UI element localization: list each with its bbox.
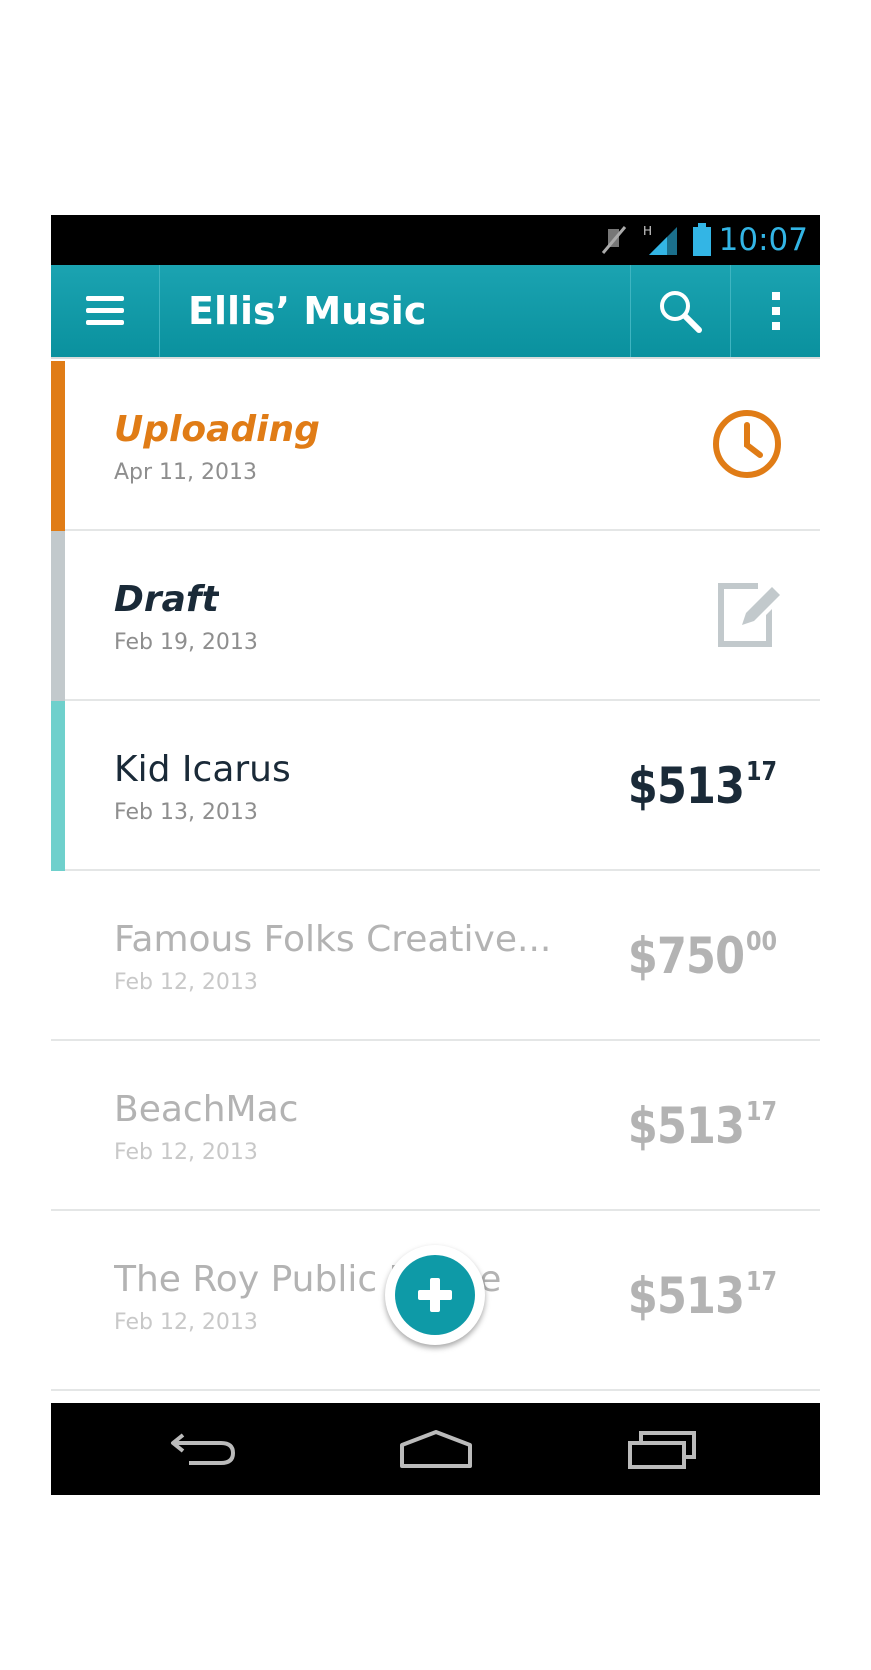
amount-dollars: $513: [627, 1097, 745, 1155]
overflow-menu-button[interactable]: [731, 265, 820, 357]
item-date: Feb 19, 2013: [114, 630, 258, 655]
list-item[interactable]: Kid Icarus Feb 13, 2013 $513 17: [51, 701, 820, 871]
page-title: Ellis’ Music: [188, 289, 427, 333]
status-bar: H 10:07: [51, 215, 820, 265]
edit-icon: [718, 583, 780, 647]
item-title: Draft: [114, 579, 219, 620]
plus-icon: [418, 1278, 452, 1312]
amount-cents: 17: [745, 757, 777, 787]
amount-dollars: $513: [627, 757, 745, 815]
search-icon: [660, 291, 702, 333]
item-date: Feb 13, 2013: [114, 800, 258, 825]
list-item[interactable]: Famous Folks Creative... Feb 12, 2013 $7…: [51, 871, 820, 1041]
item-date: Feb 12, 2013: [114, 1140, 258, 1165]
amount-cents: 17: [745, 1267, 777, 1297]
action-bar: Ellis’ Music: [51, 265, 820, 359]
list-item[interactable]: Uploading Apr 11, 2013: [51, 361, 820, 531]
item-title: Famous Folks Creative...: [114, 919, 552, 960]
clock-icon: [713, 410, 781, 478]
menu-button[interactable]: [51, 265, 159, 357]
item-title: BeachMac: [114, 1089, 299, 1130]
status-accent: [51, 361, 65, 531]
mute-icon: [599, 223, 629, 261]
item-amount: $513 17: [609, 1251, 782, 1341]
home-button[interactable]: [376, 1413, 496, 1485]
item-title: Uploading: [114, 409, 320, 450]
invoice-list: Uploading Apr 11, 2013 Draft Feb 19, 201…: [51, 361, 820, 1391]
status-accent: [51, 531, 65, 701]
battery-icon: [691, 223, 713, 261]
status-accent: [51, 701, 65, 871]
status-time: 10:07: [718, 222, 808, 258]
back-button[interactable]: [143, 1413, 263, 1485]
item-date: Feb 12, 2013: [114, 1310, 258, 1335]
recents-button[interactable]: [602, 1413, 722, 1485]
phone-screen: H 10:07 Ellis’ Music Uploading Apr 11, 2…: [51, 215, 820, 1495]
home-icon: [400, 1430, 472, 1468]
amount-dollars: $750: [627, 927, 745, 985]
overflow-menu-icon: [771, 292, 780, 330]
system-nav-bar: [51, 1403, 820, 1495]
list-item[interactable]: Draft Feb 19, 2013: [51, 531, 820, 701]
item-amount: $513 17: [609, 1081, 782, 1171]
back-icon: [171, 1433, 236, 1465]
recents-icon: [628, 1431, 696, 1469]
network-type-label: H: [643, 224, 652, 238]
item-amount: $513 17: [609, 741, 782, 831]
item-title: Kid Icarus: [114, 749, 291, 790]
amount-cents: 00: [745, 927, 777, 957]
signal-icon: H: [643, 223, 679, 261]
divider: [159, 265, 160, 357]
add-button[interactable]: [385, 1245, 485, 1345]
item-amount: $750 00: [609, 911, 782, 1001]
menu-icon: [86, 296, 124, 325]
amount-cents: 17: [745, 1097, 777, 1127]
amount-dollars: $513: [627, 1267, 745, 1325]
search-button[interactable]: [631, 265, 729, 357]
item-date: Apr 11, 2013: [114, 460, 258, 485]
list-item[interactable]: BeachMac Feb 12, 2013 $513 17: [51, 1041, 820, 1211]
item-date: Feb 12, 2013: [114, 970, 258, 995]
